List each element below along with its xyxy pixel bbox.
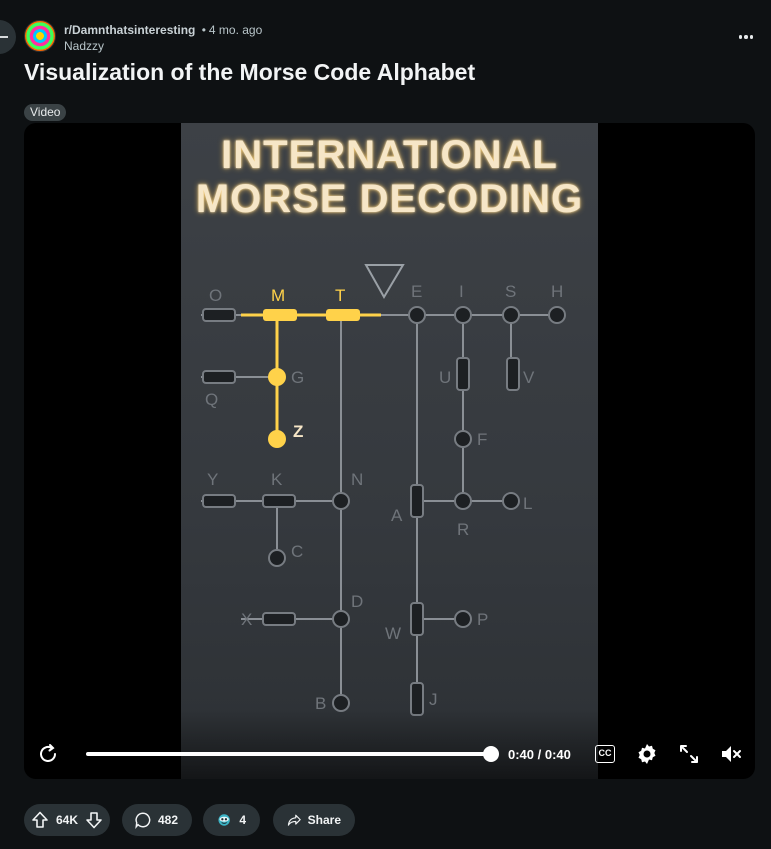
replay-icon[interactable] [36,742,60,766]
arrow-down-icon[interactable] [84,810,104,830]
gear-icon[interactable] [635,742,659,766]
share-button[interactable]: Share [273,804,355,836]
morse-letter-t: T [335,286,345,305]
morse-letter-v: V [523,368,535,387]
expand-icon[interactable] [677,742,701,766]
morse-letter-c: C [291,542,303,561]
morse-letter-r: R [457,520,469,539]
morse-letter-o: O [209,286,222,305]
morse-tree-diagram: O M T E I S H G Q U V Z F Y K N A R L C [201,264,566,716]
minus-icon [0,36,8,38]
morse-letter-j: J [429,690,438,709]
morse-letter-w: W [385,624,401,643]
award-button[interactable]: 4 [203,804,260,836]
share-label: Share [307,813,341,827]
morse-letter-u: U [439,368,451,387]
meta-separator: • [201,23,206,37]
share-arrow-icon [287,814,301,826]
morse-letter-m: M [271,286,285,305]
morse-letter-d: D [351,592,363,611]
video-frame-title-line2: MORSE DECODING [195,177,584,221]
post-flair[interactable]: Video [24,104,67,121]
progress-bar[interactable] [86,752,491,756]
post-meta: r/Damnthatsinteresting • 4 mo. ago [64,23,262,37]
more-options-icon [738,35,743,39]
morse-letter-g: G [291,368,304,387]
comment-count: 482 [158,813,179,827]
author-link[interactable]: Nadzzy [64,39,104,53]
morse-letter-f: F [477,430,487,449]
morse-letter-p: P [477,610,488,629]
post-time: 4 mo. ago [208,23,263,37]
vote-control: 64K [24,804,110,836]
award-icon [218,814,230,826]
subreddit-avatar[interactable] [24,20,56,52]
arrow-up-icon[interactable] [30,810,50,830]
video-player[interactable]: INTERNATIONAL MORSE DECODING O M T E I S… [24,123,755,779]
video-frame-title-line1: INTERNATIONAL [221,133,558,177]
more-options-dot [744,35,748,39]
morse-letter-z: Z [293,422,303,441]
morse-letter-q: Q [205,390,218,409]
morse-letter-y: Y [207,470,218,489]
post-title[interactable]: Visualization of the Morse Code Alphabet [24,59,475,86]
comments-button[interactable]: 482 [122,804,192,836]
captions-button[interactable]: CC [595,745,615,763]
progress-handle[interactable] [483,746,499,762]
morse-letter-s: S [505,282,516,301]
morse-letter-h: H [551,282,563,301]
morse-letter-n: N [351,470,363,489]
morse-letter-l: L [523,494,532,513]
video-frame: INTERNATIONAL MORSE DECODING O M T E I S… [181,123,598,779]
subreddit-link[interactable]: r/Damnthatsinteresting [64,23,195,37]
back-button[interactable] [0,20,16,54]
speaker-muted-icon[interactable] [719,742,743,766]
morse-letter-e: E [411,282,422,301]
upvote-count: 64K [55,813,78,827]
post-header: r/Damnthatsinteresting • 4 mo. ago Nadzzy [24,20,759,56]
award-count: 4 [239,813,246,827]
morse-letter-x: X [241,610,252,629]
comment-bubble-icon [135,812,151,829]
morse-letter-k: K [271,470,283,489]
more-options-dot [749,35,754,39]
more-options-button[interactable] [733,24,759,50]
morse-letter-a: A [391,506,403,525]
morse-letter-i: I [459,282,464,301]
time-display: 0:40 / 0:40 [508,747,571,762]
